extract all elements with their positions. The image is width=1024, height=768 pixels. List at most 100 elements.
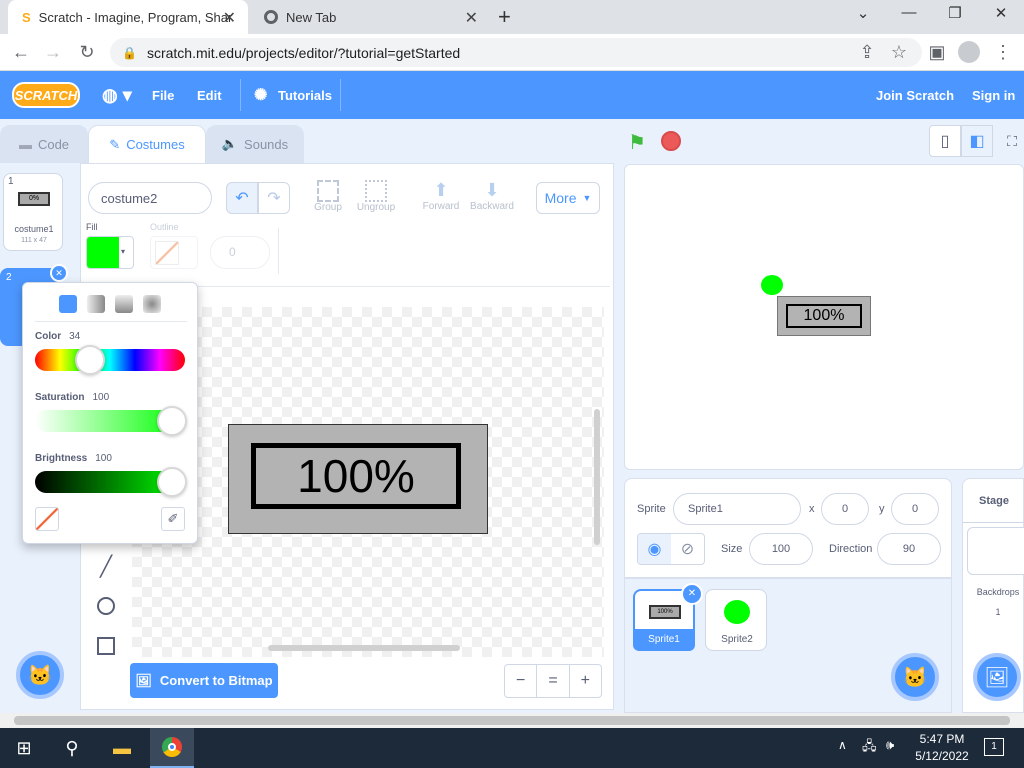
stage-canvas[interactable]: 100% [624,164,1024,470]
back-icon[interactable]: ← [10,42,32,63]
sprite-tile[interactable]: Sprite2 [705,589,767,651]
choose-backdrop-icon[interactable]: 🖼 [973,653,1021,701]
more-menu-button[interactable]: More ▼ [536,182,600,214]
zoom-reset-icon[interactable]: = [537,665,570,697]
paint-canvas[interactable]: 100% [132,307,604,657]
choose-sprite-cat-icon[interactable]: 🐱 [891,653,939,701]
tray-chevron-icon[interactable]: ∧ [838,738,847,752]
canvas-horizontal-scrollbar[interactable] [268,645,460,651]
menu-tutorials[interactable]: Tutorials [278,71,332,119]
share-icon[interactable]: ⇪ [856,42,878,63]
windows-start-icon[interactable]: ⊞ [2,728,46,768]
color-value: 34 [69,331,81,342]
bookmark-star-icon[interactable]: ☆ [888,42,910,63]
sprite-name-input[interactable]: Sprite1 [673,493,801,525]
stage-sprite-percent-box[interactable]: 100% [777,296,871,336]
eyedropper-icon[interactable]: ✐ [161,507,185,531]
restore-button[interactable]: ❐ [940,4,970,22]
tab-search-icon[interactable]: ⌄ [848,4,878,22]
page-horizontal-scrollbar[interactable] [0,713,1024,728]
costume-name-input[interactable]: costume2 [88,182,212,214]
outline-color-button[interactable] [150,236,198,269]
sprite-tile-selected[interactable]: 100% Sprite1 ✕ [633,583,703,651]
green-flag-icon[interactable]: ⚑ [628,130,646,155]
zoom-in-icon[interactable]: + [570,665,601,697]
costume-item[interactable]: 1 0% costume1 111 x 47 [3,173,63,251]
direction-input[interactable]: 90 [877,533,941,565]
stop-icon[interactable] [661,131,681,151]
stage-target-panel: Stage Backdrops 1 🖼 [962,478,1024,713]
convert-to-bitmap-button[interactable]: 🖼 Convert to Bitmap [130,663,278,698]
reload-icon[interactable]: ↻ [76,42,98,63]
undo-icon[interactable]: ↶ [226,182,258,214]
scratch-favicon-icon: S [22,9,31,25]
chrome-menu-icon[interactable]: ⋮ [992,42,1014,63]
circle-tool-icon[interactable] [92,592,120,620]
forward-button[interactable]: ⬆ Forward [420,180,462,212]
small-stage-icon[interactable]: ▯ [929,125,961,157]
y-input[interactable]: 0 [891,493,939,525]
canvas-gray-box[interactable]: 100% [228,424,488,534]
radial-gradient-icon[interactable] [143,295,161,313]
color-slider-knob[interactable] [75,345,105,375]
saturation-slider-knob[interactable] [157,406,187,436]
group-button[interactable]: Group [310,180,346,213]
chrome-taskbar-icon[interactable] [150,728,194,768]
tab-costumes[interactable]: ✎ Costumes [88,125,206,163]
clock[interactable]: 5:47 PM 5/12/2022 [912,732,972,763]
scratch-logo[interactable]: SCRATCH [12,82,80,108]
sign-in-link[interactable]: Sign in [972,71,1015,119]
language-globe-icon[interactable]: ◍ ▾ [102,71,132,119]
network-icon[interactable]: 🖧 [862,737,877,759]
solid-fill-icon[interactable] [59,295,77,313]
brightness-slider-knob[interactable] [157,467,187,497]
rectangle-tool-icon[interactable] [92,632,120,660]
file-explorer-icon[interactable]: ▬ [100,728,144,768]
outline-width-input[interactable]: 0 [210,236,270,269]
x-input[interactable]: 0 [821,493,869,525]
zoom-out-icon[interactable]: − [505,665,538,697]
notification-icon[interactable]: 1 [984,738,1004,756]
horizontal-gradient-icon[interactable] [87,295,105,313]
profile-avatar[interactable] [958,41,980,63]
search-icon[interactable]: ⚲ [50,728,94,768]
close-tab-icon[interactable]: ✕ [465,8,478,28]
vertical-gradient-icon[interactable] [115,295,133,313]
color-slider[interactable] [35,349,185,371]
no-color-icon[interactable] [35,507,59,531]
url-field[interactable]: 🔒 scratch.mit.edu/projects/editor/?tutor… [110,38,922,67]
ungroup-button[interactable]: Ungroup [356,180,396,213]
hide-eye-icon[interactable]: ⊘ [671,534,704,564]
delete-sprite-icon[interactable]: ✕ [681,583,703,605]
redo-icon[interactable]: ↷ [258,182,290,214]
join-scratch-link[interactable]: Join Scratch [876,71,954,119]
forward-icon[interactable]: → [42,42,64,63]
scrollbar-thumb[interactable] [14,716,1010,725]
minimize-button[interactable]: — [894,4,924,21]
stage-sprite-green-dot[interactable] [761,275,783,295]
side-panel-icon[interactable]: ▣ [926,42,948,63]
show-eye-icon[interactable]: ◉ [638,534,671,564]
menu-file[interactable]: File [152,71,174,119]
fullscreen-icon[interactable]: ⛶ [1000,125,1024,157]
volume-icon[interactable]: 🕪 [886,737,894,753]
backward-button[interactable]: ⬇ Backward [468,180,516,212]
browser-tab-scratch[interactable]: S Scratch - Imagine, Program, Shar ✕ [8,0,248,34]
line-tool-icon[interactable]: ╱ [92,552,120,580]
color-slider-label: Color 34 [35,331,81,342]
fill-color-button[interactable]: ▾ [86,236,134,269]
tab-sounds[interactable]: 🔈 Sounds [206,125,304,163]
close-window-button[interactable]: ✕ [986,4,1016,22]
new-tab-button[interactable]: + [498,4,511,30]
size-input[interactable]: 100 [749,533,813,565]
close-tab-icon[interactable]: ✕ [223,8,236,28]
color-picker-popup: Color 34 Saturation 100 Brightness 100 ✐ [22,282,198,544]
browser-tab-new[interactable]: New Tab ✕ [250,0,490,34]
tab-code[interactable]: ▬ Code [0,125,88,163]
menu-edit[interactable]: Edit [197,71,222,119]
stage-thumbnail[interactable] [967,527,1024,575]
delete-costume-icon[interactable]: ✕ [50,264,68,282]
canvas-vertical-scrollbar[interactable] [594,409,600,545]
large-stage-icon[interactable]: ◧ [961,125,993,157]
choose-costume-cat-icon[interactable]: 🐱 [16,651,64,699]
